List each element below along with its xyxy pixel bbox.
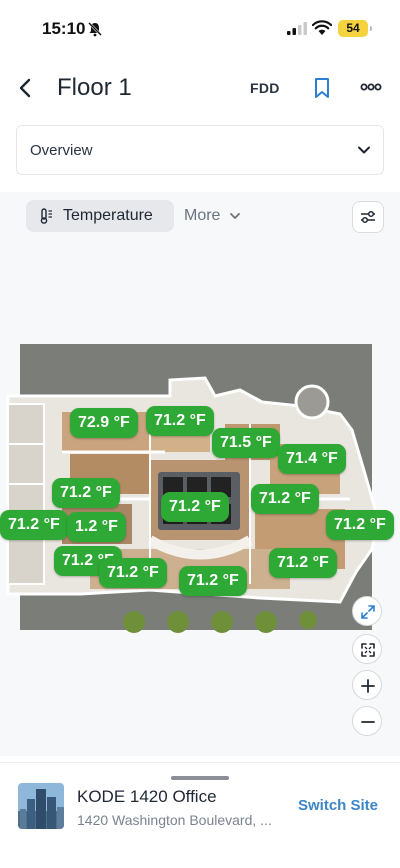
minus-icon bbox=[361, 721, 375, 723]
zone-temperature-label[interactable]: 71.2 °F bbox=[146, 406, 214, 436]
site-address: 1420 Washington Boulevard, ... bbox=[77, 812, 272, 828]
site-card[interactable]: KODE 1420 Office 1420 Washington Bouleva… bbox=[0, 762, 400, 868]
chevron-down-icon[interactable] bbox=[229, 210, 241, 222]
zone-temperature-label[interactable]: 71.2 °F bbox=[161, 492, 229, 522]
zone-temperature-label[interactable]: 71.2 °F bbox=[0, 510, 68, 540]
zone-temperature-label[interactable]: 71.2 °F bbox=[269, 548, 337, 578]
zone-temperature-label[interactable]: 71.2 °F bbox=[326, 510, 394, 540]
temperature-chip[interactable]: Temperature bbox=[26, 200, 174, 232]
back-arrow-icon[interactable] bbox=[14, 76, 38, 100]
page-title: Floor 1 bbox=[57, 74, 132, 101]
status-time: 15:10 bbox=[42, 19, 86, 38]
battery-indicator: 54 bbox=[338, 20, 372, 37]
view-dropdown-value: Overview bbox=[30, 142, 93, 159]
more-metrics-menu[interactable]: More bbox=[184, 207, 220, 225]
bell-off-icon bbox=[88, 22, 102, 37]
switch-site-button[interactable]: Switch Site bbox=[298, 797, 378, 814]
nav-header: Floor 1 FDD bbox=[0, 60, 400, 116]
view-dropdown[interactable]: Overview bbox=[16, 125, 384, 175]
more-options-icon[interactable] bbox=[360, 80, 382, 94]
wifi-icon bbox=[312, 20, 332, 35]
temperature-chip-label: Temperature bbox=[63, 207, 153, 224]
signal-icon bbox=[287, 22, 307, 35]
status-bar: 15:10 54 bbox=[0, 0, 400, 58]
drag-handle[interactable] bbox=[171, 776, 229, 780]
zone-temperature-label[interactable]: 72.9 °F bbox=[70, 408, 138, 438]
app-screen: 15:10 54 Floor 1 FDD Overview Temperatur… bbox=[0, 0, 400, 868]
fit-screen-icon bbox=[361, 643, 375, 657]
floorplan-panel: Temperature More 72.9 °F 71.2 °F 71.5 °F… bbox=[0, 192, 400, 756]
zone-temperature-label[interactable]: 1.2 °F bbox=[67, 512, 126, 542]
filter-button[interactable] bbox=[352, 201, 384, 233]
site-name: KODE 1420 Office bbox=[77, 787, 217, 806]
zoom-out-button[interactable] bbox=[352, 706, 382, 736]
expand-arrows-icon bbox=[361, 605, 375, 619]
zone-temperature-label[interactable]: 71.2 °F bbox=[179, 566, 247, 596]
fit-view-button[interactable] bbox=[352, 634, 382, 664]
zone-temperature-label[interactable]: 71.2 °F bbox=[99, 558, 167, 588]
floor-plan-map[interactable]: 72.9 °F 71.2 °F 71.5 °F 71.4 °F 71.2 °F … bbox=[0, 344, 400, 644]
zone-temperature-label[interactable]: 71.4 °F bbox=[278, 444, 346, 474]
zone-temperature-label[interactable]: 71.2 °F bbox=[52, 478, 120, 508]
fdd-button[interactable]: FDD bbox=[250, 80, 280, 96]
thermometer-icon bbox=[40, 208, 52, 224]
zone-temperature-label[interactable]: 71.5 °F bbox=[212, 428, 280, 458]
plus-icon bbox=[361, 679, 375, 693]
bookmark-icon[interactable] bbox=[312, 77, 332, 99]
sliders-icon bbox=[361, 210, 375, 224]
expand-map-button[interactable] bbox=[352, 596, 382, 626]
zone-temperature-label[interactable]: 71.2 °F bbox=[251, 484, 319, 514]
zoom-in-button[interactable] bbox=[352, 670, 382, 700]
site-thumbnail bbox=[18, 783, 64, 829]
chevron-down-icon bbox=[358, 146, 370, 154]
